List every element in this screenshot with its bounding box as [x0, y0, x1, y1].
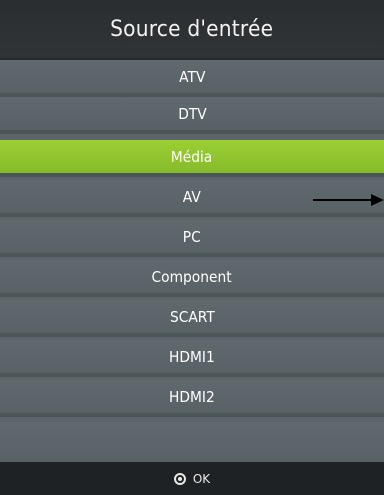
source-item-label: HDMI1: [169, 347, 215, 366]
source-item-label: ATV: [178, 67, 206, 86]
source-item-hdmi1[interactable]: HDMI1: [0, 340, 384, 373]
source-item-label: SCART: [169, 307, 215, 326]
divider: [0, 413, 384, 417]
divider: [0, 293, 384, 297]
pointer-arrow-icon: [313, 194, 384, 206]
menu-header: Source d'entrée: [0, 0, 384, 58]
source-item-pc[interactable]: PC: [0, 220, 384, 253]
source-item-label: AV: [182, 187, 201, 206]
empty-list-row: [0, 422, 384, 462]
source-list: ATV DTV Média AV PC Component SCART HDMI…: [0, 60, 384, 462]
source-item-hdmi2[interactable]: HDMI2: [0, 380, 384, 413]
menu-footer: OK: [0, 462, 384, 495]
source-item-label: PC: [183, 227, 201, 246]
divider: [0, 333, 384, 337]
source-item-label: Component: [151, 267, 233, 286]
input-source-menu: Source d'entrée ATV DTV Média AV PC Comp…: [0, 0, 384, 495]
source-item-scart[interactable]: SCART: [0, 300, 384, 333]
source-item-atv[interactable]: ATV: [0, 60, 384, 93]
divider: [0, 173, 384, 177]
source-item-label: DTV: [177, 104, 207, 123]
source-item-component[interactable]: Component: [0, 260, 384, 293]
source-item-label: Média: [171, 147, 213, 166]
divider: [0, 213, 384, 217]
divider: [0, 253, 384, 257]
ok-circle-icon: [173, 472, 186, 485]
menu-title: Source d'entrée: [110, 16, 274, 42]
source-item-dtv[interactable]: DTV: [0, 97, 384, 130]
divider: [0, 373, 384, 377]
divider: [0, 130, 384, 134]
source-item-media[interactable]: Média: [0, 140, 384, 173]
ok-hint-label: OK: [192, 471, 211, 486]
source-item-label: HDMI2: [169, 387, 215, 406]
